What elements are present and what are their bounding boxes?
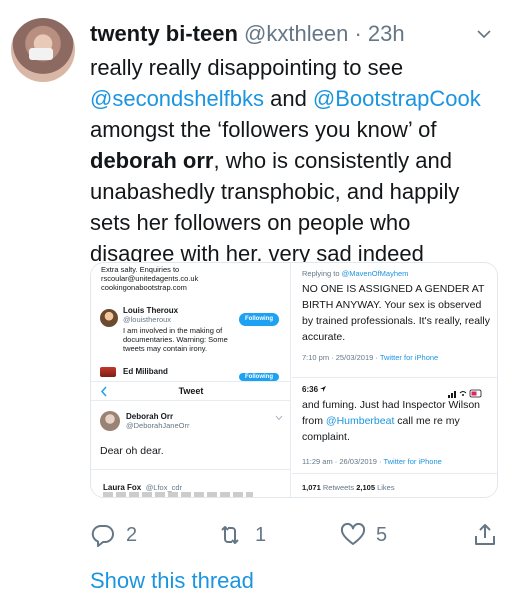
complaint-meta: 11:29 am · 26/03/2019 · Twitter for iPho…	[302, 457, 442, 466]
cut-off-text	[103, 492, 253, 497]
share-button[interactable]	[472, 520, 498, 550]
ed-name: Ed Miliband	[123, 367, 168, 376]
ed-avatar	[100, 367, 116, 377]
deborah-avatar	[100, 411, 120, 431]
timestamp[interactable]: 23h	[368, 21, 405, 46]
tweet-actions: 2 1 5	[90, 520, 500, 550]
louis-name: Louis Theroux	[123, 306, 179, 315]
complaint-mention: @Humberbeat	[325, 415, 395, 427]
laura-name: Laura Fox	[103, 483, 142, 492]
tweet-nav-bar: Tweet	[91, 381, 291, 401]
mention-secondshelfbks[interactable]: @secondshelfbks	[90, 86, 264, 111]
likes-count: 2,105	[356, 483, 375, 492]
tweet-text-bold-name: deborah orr	[90, 148, 214, 173]
display-name[interactable]: twenty bi-teen	[90, 21, 238, 46]
mention-bootstrapcook[interactable]: @BootstrapCook	[313, 86, 481, 111]
deborah-tweet-text: Dear oh dear.	[100, 445, 164, 457]
media-attachment[interactable]: Extra salty. Enquiries to rscoular@unite…	[90, 262, 498, 498]
retweets-label: Retweets	[320, 483, 357, 492]
bio-line-2: rscoular@unitedagents.co.uk	[101, 274, 199, 283]
likes-label: Likes	[375, 483, 395, 492]
ed-following-button: Following	[239, 373, 279, 381]
deborah-chevron-icon	[275, 415, 283, 421]
tweet-header: twenty bi-teen @kxthleen · 23h	[90, 20, 470, 48]
retweets-count: 1,071	[302, 483, 321, 492]
deborah-info: Deborah Orr @DeborahJaneOrr	[126, 412, 189, 430]
like-button[interactable]: 5	[340, 520, 387, 550]
screenshot-left: Extra salty. Enquiries to rscoular@unite…	[91, 263, 291, 497]
replying-handle: @MavenOfMayhem	[341, 269, 409, 278]
tweet-text-line1: really really disappointing to see	[90, 55, 404, 80]
laura-handle: @Lfox_cdr	[145, 483, 183, 492]
quoted-tweet-meta: 7:10 pm · 25/03/2019 · Twitter for iPhon…	[302, 353, 438, 362]
tweet-nav-title: Tweet	[178, 386, 204, 396]
bio-line-1: Extra salty. Enquiries to	[101, 265, 180, 274]
deborah-handle: @DeborahJaneOrr	[126, 421, 190, 430]
chevron-down-icon[interactable]	[476, 26, 492, 42]
tweet-text-and: and	[263, 86, 313, 111]
louis-handle: @louistheroux	[123, 315, 172, 324]
complaint-tweet-text: and fuming. Just had Inspector Wilson fr…	[302, 397, 494, 445]
complaint-meta-source: Twitter for iPhone	[383, 457, 442, 466]
deborah-name: Deborah Orr	[126, 412, 174, 421]
quoted-tweet-text: NO ONE IS ASSIGNED A GENDER AT BIRTH ANY…	[302, 283, 490, 343]
status-time: 6:36	[302, 385, 327, 394]
share-icon	[475, 524, 495, 545]
screenshot-right-bottom: 6:36 and fuming. Just had Inspector Wils…	[292, 379, 497, 497]
bio-lines: Extra salty. Enquiries to rscoular@unite…	[101, 265, 198, 292]
retweet-button[interactable]: 1	[215, 520, 266, 550]
status-time-text: 6:36	[302, 385, 319, 394]
avatar[interactable]	[11, 18, 75, 82]
tweet[interactable]: twenty bi-teen @kxthleen · 23h really re…	[0, 0, 511, 600]
location-arrow-icon	[320, 386, 327, 392]
retweet-icon	[221, 526, 239, 544]
louis-bio: I am involved in the making of documenta…	[123, 326, 228, 353]
reply-count: 2	[126, 523, 138, 546]
engagement-stats: 1,071 Retweets 2,105 Likes	[302, 483, 395, 492]
complaint-meta-time: 11:29 am · 26/03/2019 ·	[302, 457, 384, 466]
time-separator: ·	[354, 21, 362, 46]
screenshot-right-top: Replying to @MavenOfMayhem NO ONE IS ASS…	[292, 263, 497, 378]
user-handle[interactable]: @kxthleen	[244, 21, 348, 46]
replying-to-line: Replying to @MavenOfMayhem	[302, 269, 408, 278]
meta-source: Twitter for iPhone	[379, 353, 439, 362]
louis-following-button: Following	[239, 313, 279, 326]
heart-icon	[340, 522, 366, 545]
reply-button[interactable]: 2	[90, 520, 137, 550]
retweet-count: 1	[255, 523, 267, 546]
louis-info: Louis Theroux @louistheroux I am involve…	[123, 306, 243, 353]
like-count: 5	[376, 523, 388, 546]
tweet-text: really really disappointing to see @seco…	[90, 52, 500, 269]
replying-prefix: Replying to	[302, 269, 342, 278]
bio-line-3: cookingonabootstrap.com	[101, 283, 187, 292]
divider-right	[292, 473, 497, 474]
show-thread-link[interactable]: Show this thread	[90, 568, 254, 594]
reply-icon	[91, 524, 114, 547]
meta-time: 7:10 pm · 25/03/2019 ·	[302, 353, 380, 362]
louis-avatar	[100, 309, 118, 327]
divider	[91, 469, 291, 470]
tweet-text-line3: amongst the ‘followers you know’ of	[90, 117, 437, 142]
